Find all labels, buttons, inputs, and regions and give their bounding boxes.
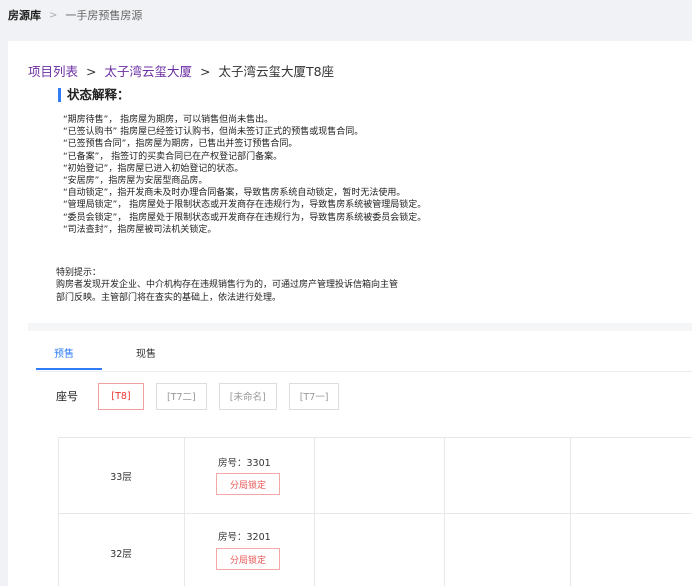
status-line: “安居房”，指房屋为安居型商品房。 bbox=[63, 176, 208, 187]
main-card: 项目列表 > 太子湾云玺大厦 > 太子湾云玺大厦T8座 状态解释： “期房待售”… bbox=[8, 41, 692, 586]
seat-label: 座号 bbox=[56, 390, 78, 403]
note-line: 部门反映。主管部门将在查实的基础上，依法进行处理。 bbox=[56, 292, 282, 303]
seat-option-t8[interactable]: [T8] bbox=[98, 382, 144, 410]
status-line: “初始登记”，指房屋已进入初始登记的状态。 bbox=[63, 163, 244, 174]
floor-label: 32层 bbox=[110, 549, 132, 560]
note-line: 购房者发现开发企业、中介机构存在违规销售行为的，可通过房产管理投诉信箱向主管 bbox=[56, 280, 399, 291]
status-line: “已备案”， 指签订的买卖合同已在产权登记部门备案。 bbox=[63, 151, 283, 162]
breadcrumb-root[interactable]: 房源库 bbox=[8, 7, 41, 23]
status-line: “管理局锁定”， 指房屋处于限制状态或开发商存在违规行为，导致售房系统被管理局锁… bbox=[63, 200, 427, 211]
project-breadcrumb: 项目列表 > 太子湾云玺大厦 > 太子湾云玺大厦T8座 bbox=[28, 61, 334, 80]
tab-presale[interactable]: 预售 bbox=[54, 345, 74, 360]
project-list-link[interactable]: 项目列表 bbox=[28, 64, 78, 79]
special-note: 特别提示： 购房者发现开发企业、中介机构存在违规销售行为的，可通过房产管理投诉信… bbox=[56, 267, 476, 304]
tab-current-sale[interactable]: 现售 bbox=[136, 345, 156, 360]
status-line: “委员会锁定”， 指房屋处于限制状态或开发商存在违规行为，导致售房系统被委员会锁… bbox=[63, 212, 427, 223]
top-breadcrumb: 房源库 > 一手房预售房源 bbox=[0, 0, 692, 30]
seat-option-t7-1[interactable]: [T7一] bbox=[288, 382, 340, 410]
floor-label: 33层 bbox=[110, 472, 132, 483]
floor-room-grid: 33层 房号：3301 分局锁定 32层 房号：3201 分局锁定 bbox=[58, 437, 692, 586]
section-divider bbox=[28, 323, 692, 331]
status-line: “已签预售合同”，指房屋为期房，已售出并签订预售合同。 bbox=[63, 139, 298, 150]
status-section-title: 状态解释： bbox=[58, 88, 130, 102]
project-name-link[interactable]: 太子湾云玺大厦 bbox=[104, 64, 192, 79]
seat-selector: 座号 [T8] [T7二] [未命名] [T7一] bbox=[56, 381, 351, 411]
status-line: “司法查封”，指房屋被司法机关锁定。 bbox=[63, 224, 217, 235]
status-line: “已签认购书” 指房屋已经签订认购书，但尚未签订正式的预售或现售合同。 bbox=[63, 127, 364, 138]
floor-row: 32层 房号：3201 分局锁定 bbox=[58, 514, 692, 586]
room-number[interactable]: 房号：3201 bbox=[218, 529, 271, 543]
seat-option-unnamed[interactable]: [未命名] bbox=[218, 382, 277, 410]
status-line: “自动锁定”，指开发商未及时办理合同备案，导致售房系统自动锁定，暂时无法使用。 bbox=[63, 188, 406, 199]
status-explanation-list: “期房待售”， 指房屋为期房，可以销售但尚未售出。 “已签认购书” 指房屋已经签… bbox=[63, 114, 426, 236]
sale-tabs: 预售 现售 bbox=[36, 331, 692, 372]
seat-option-t7-2[interactable]: [T7二] bbox=[156, 382, 207, 410]
breadcrumb-separator: > bbox=[199, 64, 211, 79]
room-number[interactable]: 房号：3301 bbox=[218, 455, 271, 469]
breadcrumb-separator: > bbox=[49, 9, 58, 21]
note-heading: 特别提示： bbox=[56, 268, 102, 278]
breadcrumb-separator: > bbox=[86, 64, 97, 79]
status-line: “期房待售”， 指房屋为期房，可以销售但尚未售出。 bbox=[63, 115, 274, 125]
floor-row: 33层 房号：3301 分局锁定 bbox=[58, 438, 692, 514]
status-badge[interactable]: 分局锁定 bbox=[216, 548, 280, 570]
status-badge[interactable]: 分局锁定 bbox=[216, 473, 280, 495]
breadcrumb-current: 一手房预售房源 bbox=[65, 9, 143, 22]
building-name: 太子湾云玺大厦T8座 bbox=[218, 64, 335, 79]
active-tab-indicator bbox=[36, 368, 102, 370]
